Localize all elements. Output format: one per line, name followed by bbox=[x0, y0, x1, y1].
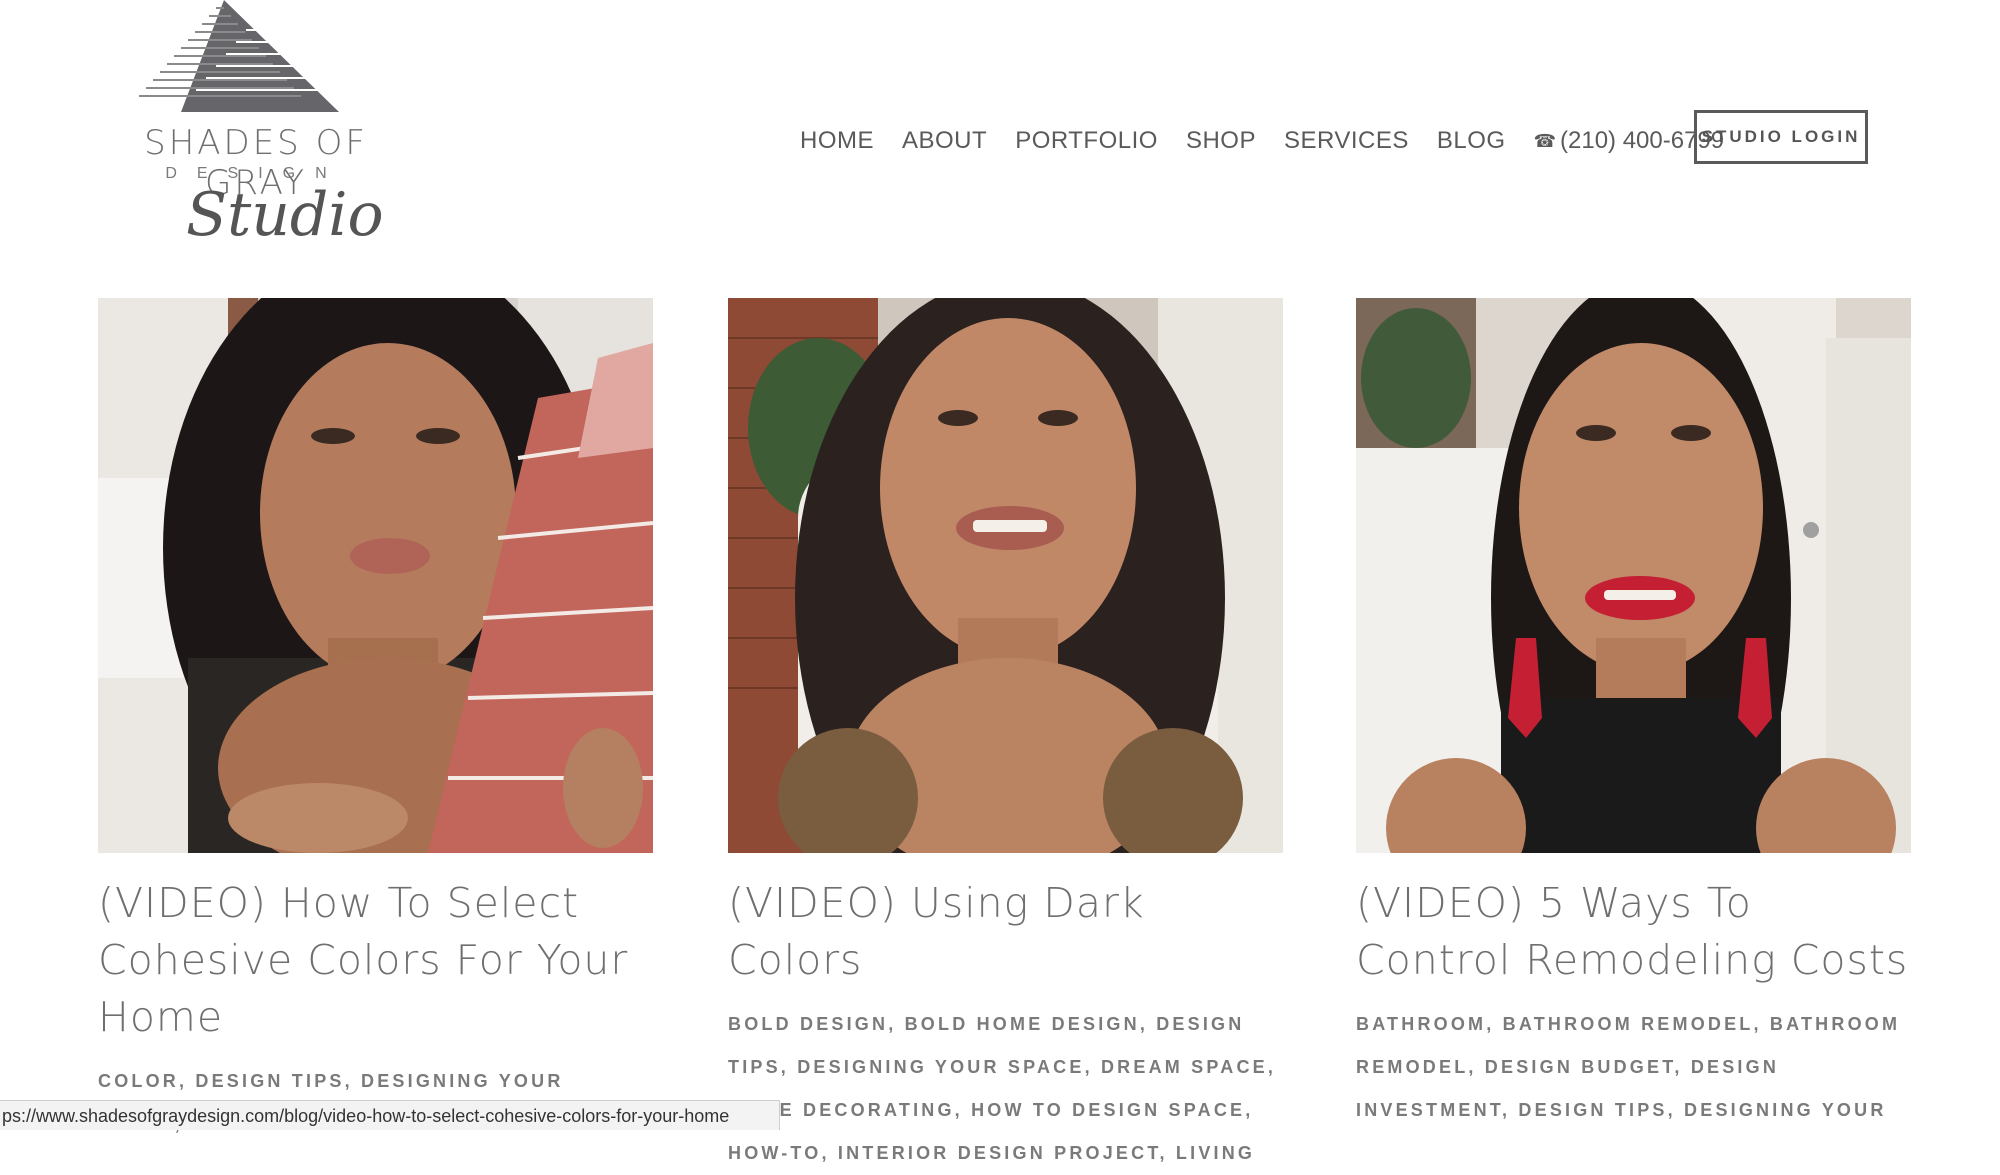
post-card: (VIDEO) Using Dark Colors BOLD DESIGN, B… bbox=[728, 298, 1283, 1175]
main-nav: HOME ABOUT PORTFOLIO SHOP SERVICES BLOG … bbox=[800, 125, 1724, 157]
studio-login-button[interactable]: STUDIO LOGIN bbox=[1694, 110, 1868, 164]
phone-icon: ☎ bbox=[1533, 130, 1557, 151]
post-thumbnail[interactable] bbox=[98, 298, 653, 853]
post-thumbnail[interactable] bbox=[1356, 298, 1911, 853]
post-card: (VIDEO) How To Select Cohesive Colors Fo… bbox=[98, 298, 653, 1146]
video-thumbnail-image bbox=[98, 298, 653, 853]
nav-services[interactable]: SERVICES bbox=[1284, 127, 1409, 155]
post-tags[interactable]: BOLD DESIGN, BOLD HOME DESIGN, DESIGN TI… bbox=[728, 1003, 1283, 1175]
nav-home[interactable]: HOME bbox=[800, 127, 874, 155]
video-thumbnail-image bbox=[1356, 298, 1911, 853]
site-header: SHADES OF GRAY DESIGN Studio HOME ABOUT … bbox=[0, 0, 2000, 285]
post-title[interactable]: (VIDEO) 5 Ways To Control Remodeling Cos… bbox=[1356, 875, 1911, 989]
post-title[interactable]: (VIDEO) How To Select Cohesive Colors Fo… bbox=[98, 875, 653, 1046]
nav-portfolio[interactable]: PORTFOLIO bbox=[1015, 127, 1158, 155]
post-title[interactable]: (VIDEO) Using Dark Colors bbox=[728, 875, 1283, 989]
nav-shop[interactable]: SHOP bbox=[1186, 127, 1256, 155]
status-bar-url: ps://www.shadesofgraydesign.com/blog/vid… bbox=[0, 1100, 780, 1130]
video-thumbnail-image bbox=[728, 298, 1283, 853]
triangle-logo-icon bbox=[139, 0, 346, 112]
brand-script: Studio bbox=[186, 180, 384, 250]
brand-logo[interactable]: SHADES OF GRAY DESIGN Studio bbox=[96, 0, 416, 285]
post-tags[interactable]: BATHROOM, BATHROOM REMODEL, BATHROOM REM… bbox=[1356, 1003, 1911, 1132]
post-thumbnail[interactable] bbox=[728, 298, 1283, 853]
nav-blog[interactable]: BLOG bbox=[1437, 127, 1506, 155]
nav-about[interactable]: ABOUT bbox=[902, 127, 987, 155]
post-card: (VIDEO) 5 Ways To Control Remodeling Cos… bbox=[1356, 298, 1911, 1132]
